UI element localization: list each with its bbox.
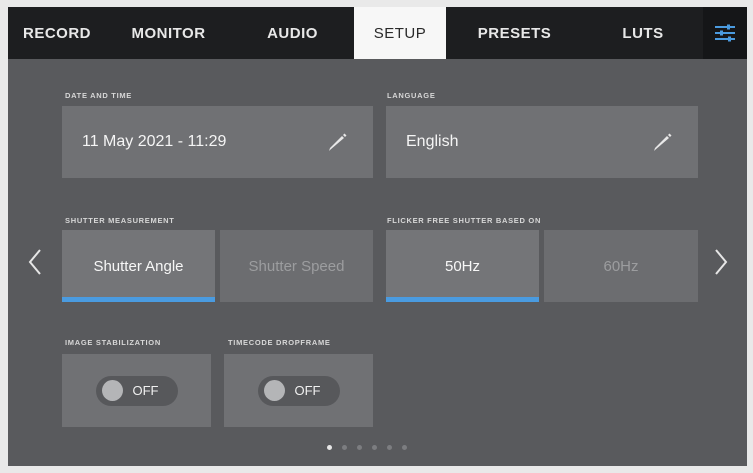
- tab-monitor[interactable]: MONITOR: [106, 7, 231, 59]
- timecode-dropframe-toggle[interactable]: OFF: [257, 375, 340, 406]
- chevron-right-icon: [715, 249, 728, 275]
- 50hz-option[interactable]: 50Hz: [386, 230, 539, 302]
- page-dot-2[interactable]: [342, 445, 347, 450]
- chevron-left-icon: [28, 249, 41, 275]
- language-field[interactable]: English: [386, 106, 698, 178]
- tab-luts[interactable]: LUTS: [583, 7, 703, 59]
- page-dot-5[interactable]: [387, 445, 392, 450]
- image-stabilization-toggle[interactable]: OFF: [95, 375, 178, 406]
- tab-audio[interactable]: AUDIO: [231, 7, 354, 59]
- settings-button[interactable]: [703, 7, 747, 59]
- previous-page-button[interactable]: [25, 245, 45, 279]
- sliders-icon: [715, 24, 735, 42]
- date-time-value: 11 May 2021 - 11:29: [82, 133, 227, 150]
- date-time-label: DATE AND TIME: [65, 91, 133, 100]
- image-stabilization-label: IMAGE STABILIZATION: [65, 338, 161, 347]
- tab-record[interactable]: RECORD: [8, 7, 106, 59]
- page-indicator: [327, 445, 407, 450]
- pencil-icon: [654, 133, 672, 151]
- shutter-angle-option[interactable]: Shutter Angle: [62, 230, 215, 302]
- language-value: English: [406, 133, 459, 150]
- tab-bar: RECORD MONITOR AUDIO SETUP PRESETS LUTS: [8, 7, 747, 59]
- tab-setup[interactable]: SETUP: [354, 7, 446, 59]
- toggle-knob: [263, 380, 285, 401]
- pencil-icon: [329, 133, 347, 151]
- toggle-state: OFF: [294, 383, 321, 398]
- 60hz-option[interactable]: 60Hz: [544, 230, 698, 302]
- image-stabilization-card: OFF: [62, 354, 211, 427]
- camera-screen: RECORD MONITOR AUDIO SETUP PRESETS LUTS …: [8, 7, 747, 466]
- next-page-button[interactable]: [711, 245, 731, 279]
- toggle-knob: [101, 380, 123, 401]
- page-dot-1[interactable]: [327, 445, 332, 450]
- shutter-measurement-label: SHUTTER MEASUREMENT: [65, 216, 175, 225]
- language-label: LANGUAGE: [387, 91, 436, 100]
- toggle-state: OFF: [132, 383, 159, 398]
- date-time-field[interactable]: 11 May 2021 - 11:29: [62, 106, 373, 178]
- page-dot-6[interactable]: [402, 445, 407, 450]
- timecode-dropframe-label: TIMECODE DROPFRAME: [228, 338, 331, 347]
- tab-presets[interactable]: PRESETS: [446, 7, 583, 59]
- flicker-free-label: FLICKER FREE SHUTTER BASED ON: [387, 216, 542, 225]
- page-dot-3[interactable]: [357, 445, 362, 450]
- page-dot-4[interactable]: [372, 445, 377, 450]
- shutter-speed-option[interactable]: Shutter Speed: [220, 230, 373, 302]
- timecode-dropframe-card: OFF: [224, 354, 373, 427]
